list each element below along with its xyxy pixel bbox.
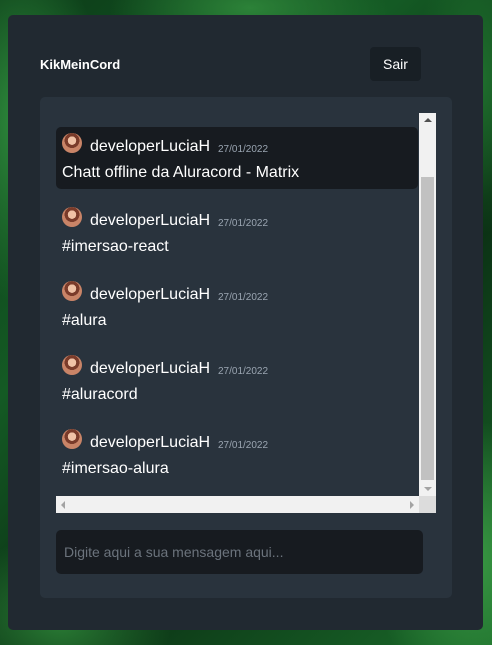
chat-container: KikMeinCord Sair developerLuciaH 27/01/2… bbox=[8, 15, 483, 630]
message-username: developerLuciaH bbox=[90, 212, 211, 229]
message-date: 27/01/2022 bbox=[218, 366, 269, 377]
message-text: Chatt offline da Aluracord - Matrix bbox=[62, 164, 300, 181]
scroll-up-arrow-icon[interactable] bbox=[424, 118, 432, 122]
message-date: 27/01/2022 bbox=[218, 292, 269, 303]
message-text: #imersao-react bbox=[62, 238, 169, 255]
message-item[interactable]: developerLuciaH 27/01/2022 #alura bbox=[56, 275, 418, 337]
user-avatar bbox=[62, 355, 82, 375]
scroll-down-arrow-icon[interactable] bbox=[424, 487, 432, 491]
message-item[interactable]: developerLuciaH 27/01/2022 #aluracord bbox=[56, 349, 418, 411]
user-avatar bbox=[62, 281, 82, 301]
chat-box: developerLuciaH 27/01/2022 Chatt offline… bbox=[40, 97, 452, 598]
message-date: 27/01/2022 bbox=[218, 218, 269, 229]
message-item[interactable]: developerLuciaH 27/01/2022 #imersao-reac… bbox=[56, 201, 418, 263]
scroll-right-arrow-icon[interactable] bbox=[410, 501, 414, 509]
vertical-scrollbar[interactable] bbox=[419, 113, 436, 496]
message-input[interactable] bbox=[56, 530, 423, 574]
message-item[interactable]: developerLuciaH 27/01/2022 Chatt offline… bbox=[56, 127, 418, 189]
header: KikMeinCord Sair bbox=[40, 47, 421, 81]
user-avatar bbox=[62, 429, 82, 449]
message-text: #imersao-alura bbox=[62, 460, 169, 477]
message-username: developerLuciaH bbox=[90, 138, 211, 155]
message-date: 27/01/2022 bbox=[218, 144, 269, 155]
message-username: developerLuciaH bbox=[90, 434, 211, 451]
message-username: developerLuciaH bbox=[90, 286, 211, 303]
messages: developerLuciaH 27/01/2022 Chatt offline… bbox=[56, 127, 418, 497]
message-username: developerLuciaH bbox=[90, 360, 211, 377]
user-avatar bbox=[62, 207, 82, 227]
message-list[interactable]: developerLuciaH 27/01/2022 Chatt offline… bbox=[56, 113, 436, 513]
message-item[interactable]: developerLuciaH 27/01/2022 #imersao-alur… bbox=[56, 423, 418, 485]
message-date: 27/01/2022 bbox=[218, 440, 269, 451]
vertical-scroll-thumb[interactable] bbox=[421, 177, 434, 480]
scroll-left-arrow-icon[interactable] bbox=[61, 501, 65, 509]
horizontal-scrollbar[interactable] bbox=[56, 496, 419, 513]
scrollbar-corner bbox=[419, 496, 436, 513]
message-text: #aluracord bbox=[62, 386, 138, 403]
app-title: KikMeinCord bbox=[40, 57, 121, 72]
user-avatar bbox=[62, 133, 82, 153]
logout-button[interactable]: Sair bbox=[370, 47, 421, 81]
message-text: #alura bbox=[62, 312, 107, 329]
